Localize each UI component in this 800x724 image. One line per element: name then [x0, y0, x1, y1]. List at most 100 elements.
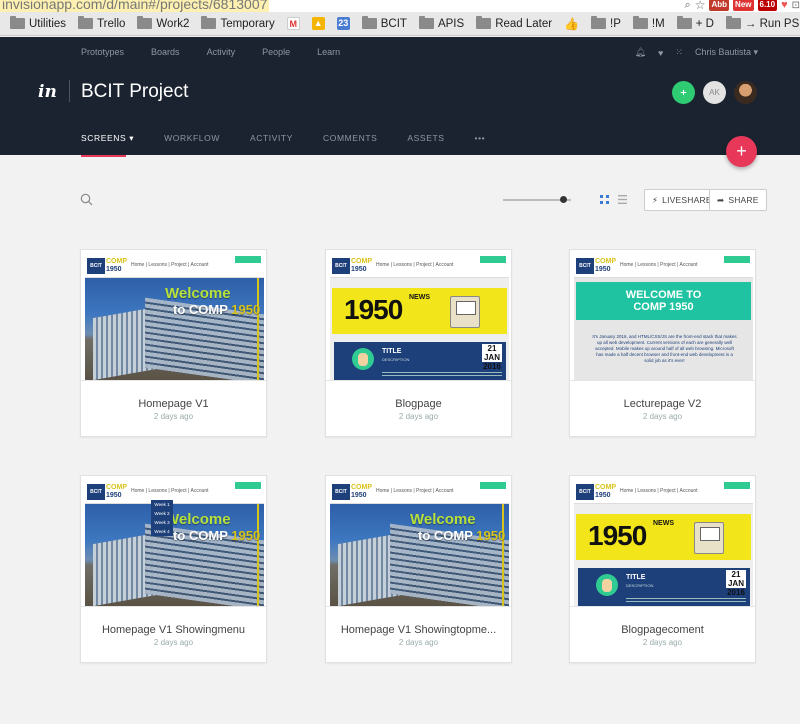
screen-thumbnail[interactable]: BCIT COMP 1950 Home | Lessons | Project |… [574, 254, 753, 380]
bookmark-gmail[interactable]: M [283, 14, 304, 34]
thumb-nav: BCIT COMP 1950 Home | Lessons | Project |… [574, 254, 753, 278]
nav-activity[interactable]: Activity [207, 47, 236, 57]
share-arrow-icon: ➦ [717, 194, 725, 205]
search-icon[interactable]: ⌕ [685, 0, 691, 12]
nav-boards[interactable]: Boards [151, 47, 180, 57]
list-view-icon[interactable] [618, 195, 627, 204]
screen-card[interactable]: BCIT COMP 1950 Home | Lessons | Project |… [569, 249, 756, 437]
cast-icon[interactable]: ⊡ [792, 0, 800, 11]
tab-more[interactable]: ••• [475, 133, 486, 155]
user-menu[interactable]: Chris Bautista ▾ [695, 47, 758, 58]
tab-screens[interactable]: SCREENS ▾ [81, 133, 134, 157]
bcit-logo: BCIT [332, 484, 350, 500]
bookmark-m[interactable]: !M [629, 14, 669, 34]
nav-learn[interactable]: Learn [317, 47, 340, 57]
star-icon[interactable]: ☆ [695, 0, 706, 12]
tab-workflow[interactable]: WORKFLOW [164, 133, 220, 155]
screen-card[interactable]: BCIT COMP 1950 Home | Lessons | Project |… [325, 475, 512, 663]
screen-thumbnail[interactable]: BCIT COMP 1950 Home | Lessons | Project |… [85, 254, 264, 380]
thumb-links: Home | Lessons | Project | Account [376, 262, 454, 268]
heart-icon[interactable]: ♥ [658, 48, 663, 58]
zoom-slider-knob[interactable] [560, 196, 567, 203]
add-person-icon[interactable]: ➕︎ [672, 81, 695, 104]
extension-new[interactable]: New [733, 0, 754, 11]
nav-prototypes[interactable]: Prototypes [81, 47, 124, 57]
bell-icon[interactable]: 🔔︎ [635, 47, 646, 58]
search-icon[interactable] [80, 193, 93, 206]
folder-icon [676, 16, 692, 29]
bookmark-label: Work2 [156, 17, 190, 30]
tab-assets[interactable]: ASSETS [407, 133, 444, 155]
folder-icon [361, 16, 377, 29]
share-button[interactable]: ➦ SHARE [709, 189, 767, 211]
bookmark-drive[interactable]: ▲ [308, 14, 329, 34]
bookmark-label: Read Later [495, 17, 553, 30]
screen-name[interactable]: Homepage V1 [81, 398, 266, 410]
hero-image: Welcome to COMP 1950 [330, 504, 509, 606]
screen-date: 2 days ago [153, 412, 194, 421]
folder-icon [632, 16, 648, 29]
screen-name[interactable]: Lecturepage V2 [570, 398, 755, 410]
heart-ext-icon[interactable]: ♥ [781, 0, 788, 11]
bookmark-apis[interactable]: APIS [415, 14, 468, 34]
bookmark-utilities[interactable]: Utilities [6, 14, 70, 34]
bookmark-label: → Run PS [744, 17, 800, 30]
grid-view-icon[interactable] [600, 195, 609, 204]
avatar[interactable] [734, 81, 757, 104]
blog-post: TITLE DESCRIPTION 21 JAN 2016 [578, 568, 750, 606]
invision-logo[interactable]: in [38, 82, 57, 102]
bookmark-label: APIS [437, 17, 465, 30]
bookmark-label: + D [695, 17, 714, 30]
screen-card[interactable]: BCIT COMP 1950 Home | Lessons | Project |… [569, 475, 756, 663]
screen-name[interactable]: Blogpagecoment [570, 624, 755, 636]
card-caption: Blogpagecoment 2 days ago [570, 606, 755, 664]
screen-thumbnail[interactable]: BCIT COMP 1950 Home | Lessons | Project |… [330, 254, 509, 380]
bookmark-label: !P [610, 17, 621, 30]
user-area: 🔔︎ ♥ ⁙ Chris Bautista ▾ [635, 47, 758, 58]
bookmark-d[interactable]: + D [673, 14, 718, 34]
tab-activity[interactable]: ACTIVITY [250, 133, 293, 155]
tab-comments[interactable]: COMMENTS [323, 133, 377, 155]
blog-post: TITLE DESCRIPTION 21 JAN 2016 [334, 342, 506, 380]
extension-version[interactable]: 6.10 [757, 0, 778, 11]
extension-abb[interactable]: Abb [709, 0, 730, 11]
screen-date: 2 days ago [642, 412, 683, 421]
folder-icon [10, 16, 25, 29]
screen-thumbnail[interactable]: BCIT COMP 1950 Home | Lessons | Project |… [574, 480, 753, 606]
screen-card[interactable]: BCIT COMP 1950 Home | Lessons | Project |… [80, 475, 267, 663]
screen-thumbnail[interactable]: BCIT COMP 1950 Home | Lessons | Project |… [330, 480, 509, 606]
bookmark-calendar[interactable]: 23 [333, 14, 354, 34]
add-screen-button[interactable]: + [726, 136, 757, 167]
screen-thumbnail[interactable]: BCIT COMP 1950 Home | Lessons | Project |… [85, 480, 264, 606]
avatar[interactable]: AK [703, 81, 726, 104]
zoom-slider[interactable] [503, 196, 571, 203]
project-header: Prototypes Boards Activity People Learn … [0, 37, 800, 157]
screen-date: 2 days ago [153, 638, 194, 647]
bookmark-read-later[interactable]: Read Later [472, 14, 556, 34]
bcit-logo: BCIT [87, 258, 105, 274]
bookmark-thumbs[interactable]: 👍 [560, 14, 583, 34]
nav-people[interactable]: People [262, 47, 290, 57]
folder-icon [137, 16, 153, 29]
bookmark-p[interactable]: !P [587, 14, 625, 34]
bookmark-label: Temporary [220, 17, 275, 30]
header-divider [69, 80, 70, 102]
bookmark-trello[interactable]: Trello [74, 14, 129, 34]
grid-icon[interactable]: ⁙ [675, 47, 683, 58]
hero-image: Welcome to COMP 1950 [85, 504, 264, 606]
url-text[interactable]: invisionapp.com/d/main#/projects/6813007 [0, 0, 270, 12]
screen-name[interactable]: Blogpage [326, 398, 511, 410]
screen-card[interactable]: BCIT COMP 1950 Home | Lessons | Project |… [325, 249, 512, 437]
bookmark-bcit[interactable]: BCIT [358, 14, 411, 34]
bookmark-run-ps[interactable]: → Run PS [722, 14, 800, 34]
bookmark-temporary[interactable]: Temporary [197, 14, 278, 34]
screen-card[interactable]: BCIT COMP 1950 Home | Lessons | Project |… [80, 249, 267, 437]
screen-name[interactable]: Homepage V1 Showingmenu [81, 624, 266, 636]
bookmark-label: Trello [97, 17, 126, 30]
thumb-tag [235, 482, 261, 489]
bookmark-work2[interactable]: Work2 [133, 14, 193, 34]
screen-name[interactable]: Homepage V1 Showingtopme... [326, 624, 511, 636]
browser-url-bar[interactable]: invisionapp.com/d/main#/projects/6813007… [0, 0, 800, 12]
lecture-body: It's January 2016, and HTML/CSS/JS are t… [592, 334, 737, 363]
hero-image: Welcome to COMP 1950 [85, 278, 264, 380]
